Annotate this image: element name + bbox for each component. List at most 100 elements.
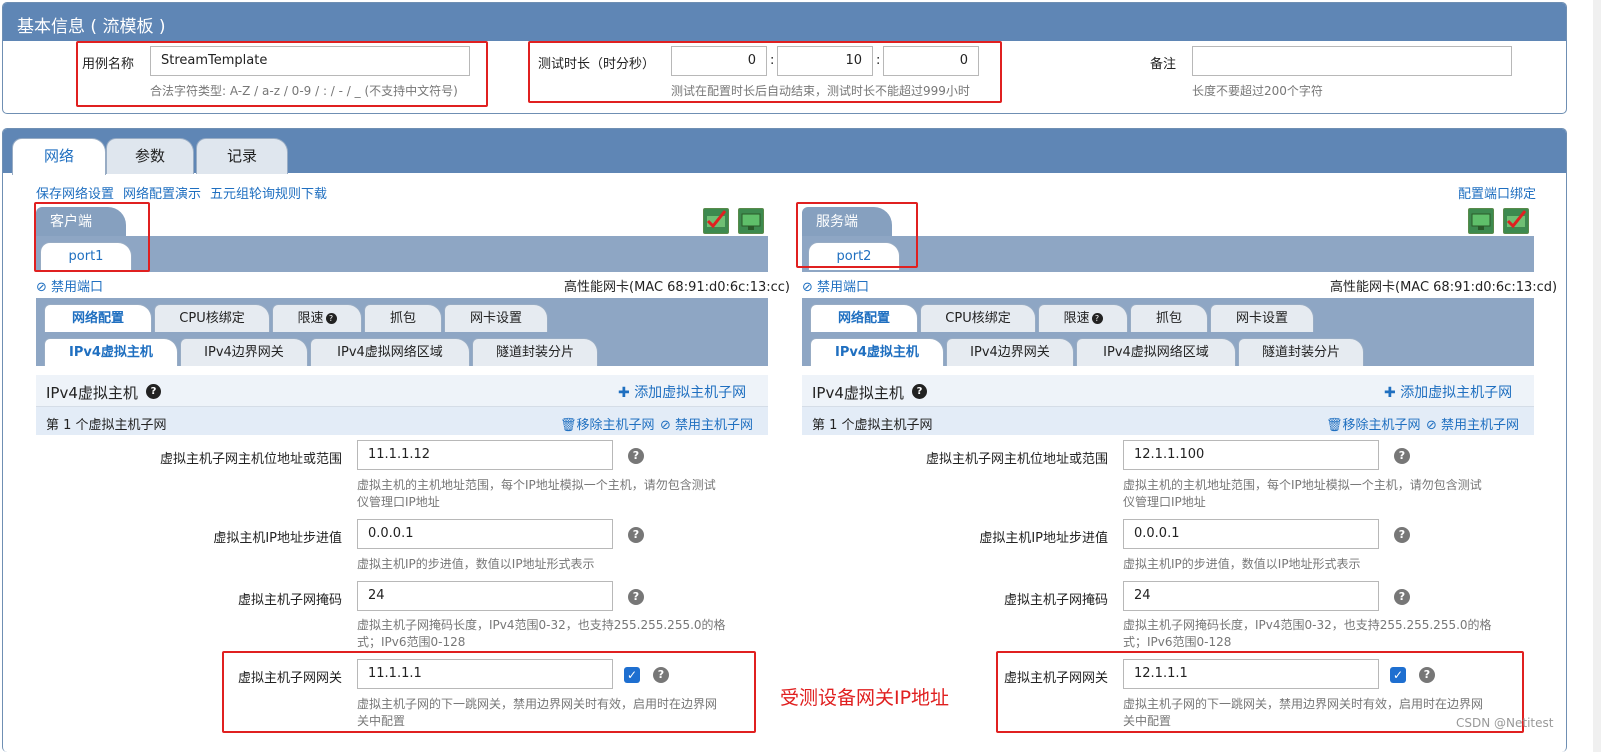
highlight-server-gw xyxy=(996,651,1524,733)
client-subtab-cpu[interactable]: CPU核绑定 xyxy=(154,304,270,332)
server-subtab-capture[interactable]: 抓包 xyxy=(1130,304,1208,332)
ban-icon: ⊘ xyxy=(36,280,52,295)
server-add-subnet-label: 添加虚拟主机子网 xyxy=(1400,385,1513,401)
help-icon: ? xyxy=(1091,313,1103,324)
server-range-label: 虚拟主机子网主机位地址或范围 xyxy=(925,452,1108,467)
highlight-client xyxy=(34,202,150,272)
server-section-title: IPv4虚拟主机 xyxy=(812,384,904,402)
server-mask-hint-1: 虚拟主机子网掩码长度，IPv4范围0-32，也支持255.255.255.0的格 xyxy=(1123,618,1492,632)
client-disable-subnet-link[interactable]: ⊘ 禁用主机子网 xyxy=(660,414,753,433)
client-subtab-tunnel[interactable]: 隧道封装分片 xyxy=(472,338,598,366)
ban-icon: ⊘ xyxy=(1426,418,1442,433)
highlight-duration xyxy=(528,41,1002,103)
server-subtab-ipv4-zone[interactable]: IPv4虚拟网络区域 xyxy=(1076,338,1236,366)
check-port-icon[interactable] xyxy=(703,208,729,234)
check-port-icon[interactable] xyxy=(1503,208,1529,234)
server-subtab-cpu[interactable]: CPU核绑定 xyxy=(920,304,1036,332)
trash-icon: 🗑 xyxy=(1326,418,1343,433)
tab-records[interactable]: 记录 xyxy=(196,138,288,174)
client-subtab-nic[interactable]: 网卡设置 xyxy=(444,304,548,332)
server-step-label: 虚拟主机IP地址步进值 xyxy=(979,531,1108,546)
scrollbar[interactable] xyxy=(1593,0,1601,752)
help-icon[interactable]: ? xyxy=(1394,448,1410,464)
server-step-hint: 虚拟主机IP的步进值，数值以IP地址形式表示 xyxy=(1123,557,1361,571)
network-port-icon[interactable] xyxy=(738,208,764,234)
highlight-server xyxy=(796,202,918,268)
client-remove-subnet-label: 移除主机子网 xyxy=(576,418,655,433)
ban-icon: ⊘ xyxy=(802,280,818,295)
watermark: CSDN @Netitest xyxy=(1456,716,1554,730)
server-range-input[interactable]: 12.1.1.100 xyxy=(1123,440,1379,470)
client-subtab-ipv4-gateway[interactable]: IPv4边界网关 xyxy=(180,338,308,366)
highlight-client-gw xyxy=(222,651,756,733)
server-subtab-ipv4-gateway[interactable]: IPv4边界网关 xyxy=(946,338,1074,366)
server-remove-subnet-label: 移除主机子网 xyxy=(1342,418,1421,433)
plus-icon: ✚ xyxy=(618,385,635,401)
server-disable-subnet-link[interactable]: ⊘ 禁用主机子网 xyxy=(1426,414,1519,433)
server-range-hint-1: 虚拟主机的主机地址范围，每个IP地址模拟一个主机，请勿包含测试 xyxy=(1123,478,1482,492)
server-disable-port-link[interactable]: ⊘ 禁用端口 xyxy=(802,276,869,295)
note-input[interactable] xyxy=(1192,46,1512,76)
client-disable-port-link[interactable]: ⊘ 禁用端口 xyxy=(36,276,103,295)
help-icon[interactable]: ? xyxy=(1394,589,1410,605)
basic-info-header: 基本信息 ( 流模板 ) xyxy=(3,3,1566,41)
client-subtab-ratelimit[interactable]: 限速? xyxy=(272,304,362,332)
server-subtab-ipv4-host[interactable]: IPv4虚拟主机 xyxy=(810,338,944,366)
network-demo-link[interactable]: 网络配置演示 xyxy=(123,183,201,202)
client-mask-label: 虚拟主机子网掩码 xyxy=(237,593,342,608)
client-subtab-ipv4-zone[interactable]: IPv4虚拟网络区域 xyxy=(310,338,470,366)
annotation-gateway: 受测设备网关IP地址 xyxy=(780,687,950,709)
client-range-input[interactable]: 11.1.1.12 xyxy=(357,440,613,470)
client-ratelimit-label: 限速 xyxy=(297,311,324,326)
client-subtab-net-config[interactable]: 网络配置 xyxy=(44,304,152,332)
basic-info-title: 基本信息 ( 流模板 ) xyxy=(17,17,166,37)
server-ratelimit-label: 限速 xyxy=(1063,311,1090,326)
client-mask-hint-2: 式；IPv6范围0-128 xyxy=(357,635,466,649)
client-step-hint: 虚拟主机IP的步进值，数值以IP地址形式表示 xyxy=(357,557,595,571)
tab-network[interactable]: 网络 xyxy=(12,138,106,175)
client-add-subnet-link[interactable]: ✚ 添加虚拟主机子网 xyxy=(618,382,746,402)
client-mask-input[interactable]: 24 xyxy=(357,581,613,611)
client-remove-subnet-link[interactable]: 🗑移除主机子网 xyxy=(560,414,655,433)
server-mask-input[interactable]: 24 xyxy=(1123,581,1379,611)
client-nic-info: 高性能网卡(MAC 68:91:d0:6c:13:cc) xyxy=(564,280,790,295)
client-subnet-title: 第 1 个虚拟主机子网 xyxy=(46,418,167,433)
server-subtab-tunnel[interactable]: 隧道封装分片 xyxy=(1238,338,1364,366)
help-icon[interactable]: ? xyxy=(628,589,644,605)
help-icon[interactable]: ? xyxy=(912,384,927,399)
trash-icon: 🗑 xyxy=(560,418,577,433)
server-remove-subnet-link[interactable]: 🗑移除主机子网 xyxy=(1326,414,1421,433)
server-add-subnet-link[interactable]: ✚ 添加虚拟主机子网 xyxy=(1384,382,1512,402)
server-step-input[interactable]: 0.0.0.1 xyxy=(1123,519,1379,549)
client-disable-port-label: 禁用端口 xyxy=(51,280,104,295)
client-step-label: 虚拟主机IP地址步进值 xyxy=(213,531,342,546)
client-range-label: 虚拟主机子网主机位地址或范围 xyxy=(159,452,342,467)
plus-icon: ✚ xyxy=(1384,385,1401,401)
tab-params[interactable]: 参数 xyxy=(106,138,194,174)
server-subtab-net-config[interactable]: 网络配置 xyxy=(810,304,918,332)
client-add-subnet-label: 添加虚拟主机子网 xyxy=(634,385,747,401)
help-icon[interactable]: ? xyxy=(146,384,161,399)
server-disable-port-label: 禁用端口 xyxy=(817,280,870,295)
tuple-rule-download-link[interactable]: 五元组轮询规则下载 xyxy=(210,183,327,202)
server-nic-info: 高性能网卡(MAC 68:91:d0:6c:13:cd) xyxy=(1330,280,1558,295)
network-port-icon[interactable] xyxy=(1468,208,1494,234)
client-subtab-capture[interactable]: 抓包 xyxy=(364,304,442,332)
note-hint: 长度不要超过200个字符 xyxy=(1192,84,1323,98)
client-step-input[interactable]: 0.0.0.1 xyxy=(357,519,613,549)
save-network-link[interactable]: 保存网络设置 xyxy=(36,183,114,202)
client-subtab-ipv4-host[interactable]: IPv4虚拟主机 xyxy=(44,338,178,366)
ban-icon: ⊘ xyxy=(660,418,676,433)
highlight-case-name xyxy=(76,41,488,107)
server-subtab-ratelimit[interactable]: 限速? xyxy=(1038,304,1128,332)
help-icon[interactable]: ? xyxy=(628,448,644,464)
port-bind-link[interactable]: 配置端口绑定 xyxy=(1458,183,1536,202)
server-disable-subnet-label: 禁用主机子网 xyxy=(1441,418,1520,433)
server-subtab-nic[interactable]: 网卡设置 xyxy=(1210,304,1314,332)
help-icon[interactable]: ? xyxy=(628,527,644,543)
server-range-hint-2: 仪管理口IP地址 xyxy=(1123,495,1206,509)
help-icon[interactable]: ? xyxy=(1394,527,1410,543)
client-mask-hint-1: 虚拟主机子网掩码长度，IPv4范围0-32，也支持255.255.255.0的格 xyxy=(357,618,726,632)
note-label: 备注 xyxy=(1150,57,1177,72)
server-subnet-title: 第 1 个虚拟主机子网 xyxy=(812,418,933,433)
